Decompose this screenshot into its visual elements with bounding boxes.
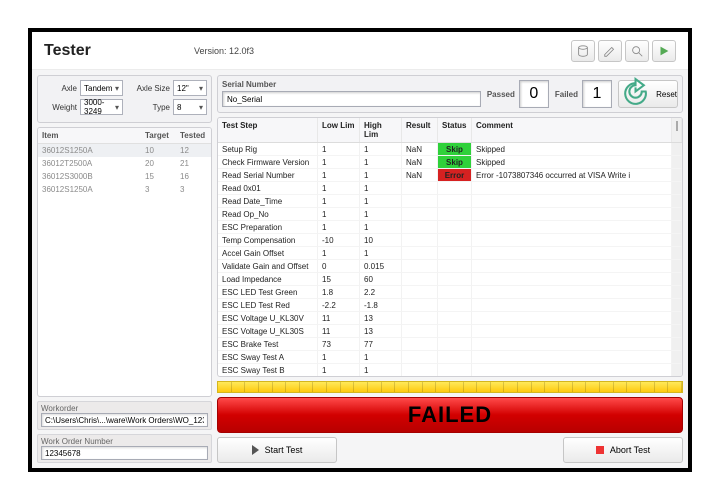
passed-count: 0 <box>519 80 549 108</box>
play-icon <box>252 445 259 455</box>
result-banner: FAILED <box>217 397 683 433</box>
weight-label: Weight <box>42 103 77 112</box>
tool-search-icon[interactable] <box>625 40 649 62</box>
chevron-down-icon: ▾ <box>115 84 119 93</box>
tool-db-icon[interactable] <box>571 40 595 62</box>
test-row[interactable]: ESC Voltage U_KL30V1113 <box>218 312 682 325</box>
test-row[interactable]: Load Impedance1560 <box>218 273 682 286</box>
stop-icon <box>596 446 604 454</box>
test-row[interactable]: Validate Gain and Offset00.015 <box>218 260 682 273</box>
wonumber-input[interactable] <box>41 446 208 460</box>
test-row[interactable]: ESC LED Test Red-2.2-1.8 <box>218 299 682 312</box>
test-row[interactable]: ESC Preparation11 <box>218 221 682 234</box>
refresh-icon <box>619 77 652 110</box>
item-row[interactable]: 36012S3000B1516 <box>38 170 211 183</box>
test-row[interactable]: ESC LED Test Green1.82.2 <box>218 286 682 299</box>
failed-count: 1 <box>582 80 612 108</box>
test-row[interactable]: Accel Gain Offset11 <box>218 247 682 260</box>
config-panel: Axle Tandem▾ Axle Size 12"▾ Weight 3000-… <box>37 75 212 123</box>
chevron-down-icon: ▾ <box>199 84 203 93</box>
axlesize-select[interactable]: 12"▾ <box>173 80 207 96</box>
item-grid: Item Target Tested 36012S1250A101236012T… <box>37 127 212 397</box>
test-row[interactable]: Setup Rig11NaNSkipSkipped <box>218 143 682 156</box>
item-row[interactable]: 36012T2500A2021 <box>38 157 211 170</box>
test-grid: Test Step Low Lim High Lim Result Status… <box>217 117 683 377</box>
axlesize-label: Axle Size <box>126 84 170 93</box>
version-label: Version: 12.0f3 <box>194 46 254 56</box>
axle-label: Axle <box>42 84 77 93</box>
app-window: Tester Version: 12.0f3 Axle Tandem▾ Axle… <box>28 28 692 472</box>
type-label: Type <box>126 103 170 112</box>
weight-select[interactable]: 3000-3249▾ <box>80 99 123 115</box>
wonumber-block: Work Order Number <box>37 434 212 463</box>
axle-select[interactable]: Tandem▾ <box>80 80 123 96</box>
item-row[interactable]: 36012S1250A33 <box>38 183 211 196</box>
workorder-input[interactable] <box>41 413 208 427</box>
tool-play-icon[interactable] <box>652 40 676 62</box>
test-row[interactable]: Read 0x0111 <box>218 182 682 195</box>
test-grid-header: Test Step Low Lim High Lim Result Status… <box>218 118 682 143</box>
serial-input[interactable] <box>222 91 481 107</box>
tool-edit-icon[interactable] <box>598 40 622 62</box>
test-row[interactable]: Read Serial Number11NaNErrorError -10738… <box>218 169 682 182</box>
test-row[interactable]: ESC Brake Test7377 <box>218 338 682 351</box>
start-test-button[interactable]: Start Test <box>217 437 337 463</box>
workorder-block: Workorder <box>37 401 212 430</box>
progress-bar <box>217 381 683 393</box>
test-row[interactable]: Read Date_Time11 <box>218 195 682 208</box>
abort-test-button[interactable]: Abort Test <box>563 437 683 463</box>
test-row[interactable]: ESC Sway Test A11 <box>218 351 682 364</box>
reset-button[interactable]: Reset <box>618 80 678 108</box>
chevron-down-icon: ▾ <box>199 103 203 112</box>
chevron-down-icon: ▾ <box>115 103 119 112</box>
topband: Serial Number Passed 0 Failed 1 Reset <box>217 75 683 113</box>
test-row[interactable]: Temp Compensation-1010 <box>218 234 682 247</box>
header: Tester Version: 12.0f3 <box>32 32 688 70</box>
item-row[interactable]: 36012S1250A1012 <box>38 144 211 157</box>
test-row[interactable]: ESC Sway Test B11 <box>218 364 682 376</box>
scrollbar[interactable] <box>672 118 682 142</box>
test-row[interactable]: Read Op_No11 <box>218 208 682 221</box>
type-select[interactable]: 8▾ <box>173 99 207 115</box>
item-grid-header: Item Target Tested <box>38 128 211 144</box>
app-title: Tester <box>44 42 194 60</box>
test-row[interactable]: ESC Voltage U_KL30S1113 <box>218 325 682 338</box>
test-row[interactable]: Check Firmware Version11NaNSkipSkipped <box>218 156 682 169</box>
